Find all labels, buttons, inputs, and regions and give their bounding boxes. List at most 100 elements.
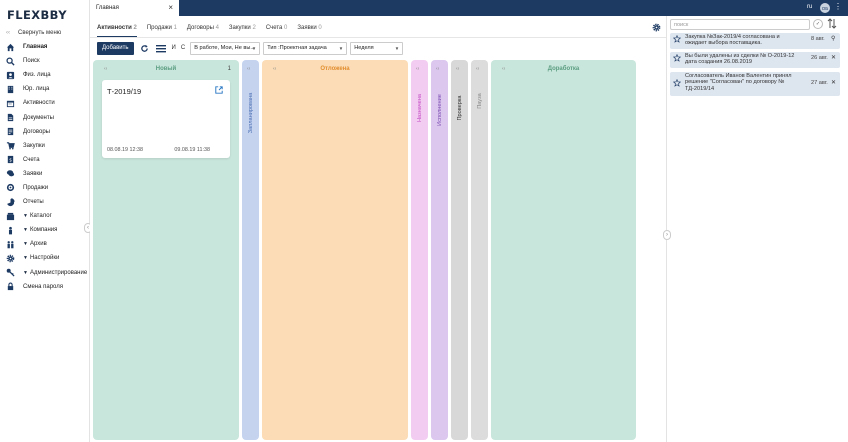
sort-icon[interactable] [827,18,837,29]
tab-purchases[interactable]: Закупки 2 [229,25,256,37]
type-filter-value: Тип :Проектная задача [267,45,327,51]
app-logo[interactable]: FLEXBBY [7,8,67,22]
double-chevron-left-icon[interactable]: ‹‹ [416,66,419,72]
tab-invoices[interactable]: Счета 0 [266,25,288,37]
gear-icon[interactable] [652,23,661,32]
sidebar-item-catalog[interactable]: ▼ Каталог [0,209,90,223]
external-link-icon[interactable] [215,86,223,94]
and-toggle[interactable]: И [172,45,176,51]
collapse-menu-button[interactable]: ‹‹ Свернуть меню [6,28,61,38]
chevron-left-icon: ‹ [87,225,89,231]
chart-icon [6,197,15,207]
tab-main[interactable]: Главная × [90,0,179,16]
star-icon[interactable] [672,53,682,62]
sidebar-item-label: Заявки [23,170,43,177]
tab-label: Счета [265,25,283,31]
more-vertical-icon[interactable]: ⋮ [834,2,842,11]
from-toggle[interactable]: С [181,45,185,51]
sidebar-item-company[interactable]: ▼ Компания [0,223,90,237]
caret-down-icon: ▼ [23,269,28,276]
notification-item[interactable]: Закупка №Зак-2019/4 согласована и ожидае… [670,33,840,49]
archive-icon [6,240,15,249]
tab-sales[interactable]: Продажи 1 [147,25,177,37]
tab-count: 2 [252,25,256,31]
status-filter-select[interactable]: В работе, Мои, Не вы... ▼ [190,41,261,55]
sidebar-item-archive[interactable]: ▼ Архив [0,237,90,251]
period-filter-select[interactable]: Неделя ▼ [350,41,404,55]
notifications-search-input[interactable]: поиск [670,19,810,30]
sidebar-item-change-password[interactable]: Смена пароля [0,280,90,294]
document-icon [6,113,15,122]
top-bar [90,0,848,16]
double-chevron-left-icon[interactable]: ‹‹ [456,66,459,72]
tab-activities[interactable]: Активности 2 [97,25,137,37]
sidebar-item-reports[interactable]: Отчеты [0,195,90,209]
sidebar: FLEXBBY ‹‹ Свернуть меню Главная Поиск Ф… [0,0,92,442]
tab-label: Закупки [228,25,251,31]
sidebar-item-documents[interactable]: Документы [0,110,90,124]
close-icon[interactable]: × [168,3,173,12]
sidebar-item-label: Юр. лица [23,86,50,93]
close-icon[interactable]: ✕ [831,54,836,61]
sidebar-item-label: Активности [23,100,55,107]
kanban-card[interactable]: Т-2019/19 08.08.19 12:38 09.08.19 11:38 [102,80,230,158]
add-button[interactable]: Добавить [97,41,134,55]
list-view-icon[interactable] [155,43,166,53]
sidebar-item-label: Документы [23,114,54,121]
sidebar-item-companies[interactable]: Юр. лица [0,82,90,96]
sidebar-item-home[interactable]: Главная [0,40,90,54]
caret-down-icon: ▼ [251,45,257,51]
chat-icon [6,169,15,178]
star-icon[interactable] [672,78,682,87]
building-icon [6,85,15,94]
cart-icon [6,141,15,150]
sidebar-item-activities[interactable]: Активности [0,96,90,110]
star-icon[interactable] [672,34,682,43]
sidebar-item-search[interactable]: Поиск [0,54,90,68]
tab-label: Активности [97,25,132,31]
kanban-column-execution: ‹‹ Исполнение [431,60,448,440]
pin-icon[interactable]: ✓ [813,19,823,29]
sidebar-item-invoices[interactable]: $ Счета [0,153,90,167]
sidebar-item-purchases[interactable]: Закупки [0,139,90,153]
notification-item[interactable]: Вы были удалены из сделки № О-2019-12 да… [670,52,840,68]
tab-requests[interactable]: Заявки 0 [297,25,321,37]
sidebar-item-settings[interactable]: ▼ Настройки [0,251,90,265]
sidebar-item-administration[interactable]: ▼ Администрирование [0,266,90,280]
notification-item[interactable]: Согласователь Иванов Валентин принял реш… [670,72,840,96]
tab-label: Договоры [186,25,214,31]
tab-label: Продажи [146,25,172,31]
sidebar-item-label: Продажи [23,184,49,191]
double-chevron-left-icon[interactable]: ‹‹ [436,66,439,72]
type-filter-select[interactable]: Тип :Проектная задача ▼ [263,41,348,55]
language-switch[interactable]: ru [807,4,812,10]
pin-icon[interactable]: ⚲ [831,35,835,42]
sidebar-item-label: Архив [29,241,47,248]
close-icon[interactable]: ✕ [831,79,836,86]
panel-collapse-toggle[interactable]: › [663,230,671,240]
double-chevron-left-icon[interactable]: ‹‹ [247,66,250,72]
notification-date: 26 авг. [811,55,828,61]
card-title: Т-2019/19 [107,87,142,96]
sidebar-item-label: Договоры [23,128,50,135]
sidebar-item-sales[interactable]: Продажи [0,181,90,195]
double-chevron-left-icon[interactable]: ‹‹ [476,66,479,72]
kanban-column-planned: ‹‹ Запланирована [242,60,259,440]
search-placeholder: поиск [674,21,689,28]
refresh-icon[interactable] [140,43,150,53]
search-icon [6,57,15,66]
box-icon [6,212,15,221]
tab-label: Заявки [297,25,317,31]
divider [90,37,666,38]
sidebar-item-persons[interactable]: Физ. лица [0,68,90,82]
collapse-menu-label: Свернуть меню [18,30,62,36]
column-title: Запланирована [247,92,254,134]
avatar[interactable]: ОБ [820,3,830,13]
sidebar-item-contracts[interactable]: Договоры [0,125,90,139]
tab-main-label: Главная [96,5,119,11]
sidebar-item-requests[interactable]: Заявки [0,167,90,181]
kanban-column-pause: ‹‹ Пауза [471,60,488,440]
tab-contracts[interactable]: Договоры 4 [187,25,219,37]
column-title: Доработка [547,66,580,72]
caret-down-icon: ▼ [23,227,28,234]
